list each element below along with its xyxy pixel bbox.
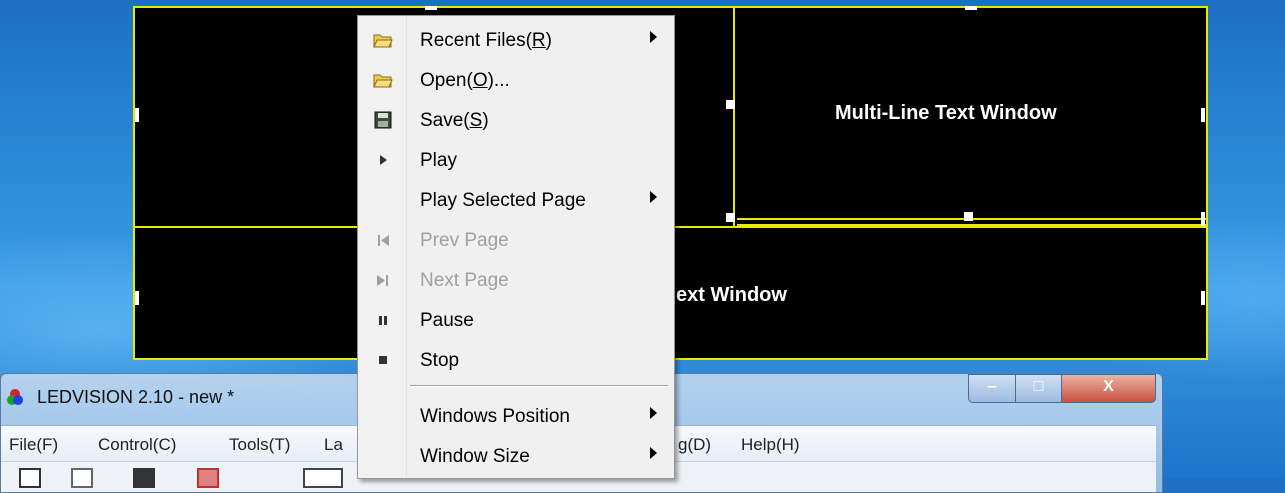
resize-handle[interactable] — [726, 213, 735, 222]
led-window-multi-line-text[interactable]: Multi-Line Text Window — [735, 8, 1206, 221]
menu-item-stop[interactable]: Stop — [360, 341, 672, 379]
ledvision-logo-icon — [7, 389, 23, 405]
minimize-button[interactable]: ‒ — [968, 374, 1016, 403]
menu-item-play[interactable]: Play — [360, 141, 672, 179]
menu-item-label: Pause — [420, 310, 474, 331]
stop-icon — [379, 356, 387, 364]
text-window-label: ext Window — [676, 284, 787, 306]
resize-handle[interactable] — [1201, 212, 1205, 226]
menu-tools[interactable]: Tools(T) — [229, 435, 290, 455]
menu-file[interactable]: File(F) — [9, 435, 58, 455]
resize-handle[interactable] — [1201, 291, 1205, 305]
new-file-icon[interactable] — [19, 468, 41, 488]
resize-handle[interactable] — [135, 108, 139, 122]
app-title: LEDVISION 2.10 - new * — [37, 387, 235, 407]
menu-item-open[interactable]: Open(O)... — [360, 61, 672, 99]
resize-handle[interactable] — [964, 212, 973, 221]
menu-debug[interactable]: g(D) — [678, 435, 711, 455]
minimize-icon: ‒ — [987, 378, 997, 395]
menu-item-label: Play — [420, 150, 457, 171]
context-menu: Recent Files(R) Open(O)... Save(S) Play … — [357, 15, 675, 479]
play-icon — [380, 155, 387, 165]
menu-item-prev-page[interactable]: Prev Page — [360, 221, 672, 259]
menu-item-label: Play Selected Page — [420, 190, 586, 211]
menu-item-play-selected-page[interactable]: Play Selected Page — [360, 181, 672, 219]
menu-control[interactable]: Control(C) — [98, 435, 176, 455]
submenu-arrow-icon — [650, 447, 657, 459]
resize-handle[interactable] — [135, 291, 139, 305]
menu-item-label: Windows Position — [420, 406, 570, 427]
menu-item-label: Next Page — [420, 270, 509, 291]
maximize-icon: □ — [1033, 378, 1044, 395]
menu-language[interactable]: La — [324, 435, 343, 455]
menu-item-label: Window Size — [420, 446, 530, 467]
menu-item-label: Recent Files(R) — [420, 30, 552, 51]
submenu-arrow-icon — [650, 407, 657, 419]
resize-handle[interactable] — [726, 100, 735, 109]
next-page-icon — [377, 275, 388, 286]
record-icon[interactable] — [197, 468, 219, 488]
resize-handle[interactable] — [425, 6, 437, 10]
menu-item-label: Prev Page — [420, 230, 509, 251]
menu-item-windows-position[interactable]: Windows Position — [360, 397, 672, 435]
menu-item-recent-files[interactable]: Recent Files(R) — [360, 21, 672, 59]
window-controls: ‒ □ X — [968, 374, 1156, 404]
save-icon[interactable] — [133, 468, 155, 488]
floppy-disk-icon — [374, 111, 392, 129]
open-file-icon[interactable] — [71, 468, 93, 488]
multi-line-text-window-label: Multi-Line Text Window — [835, 102, 1057, 124]
menu-item-label: Save(S) — [420, 110, 489, 131]
menu-item-label: Open(O)... — [420, 70, 510, 91]
resize-handle[interactable] — [965, 6, 977, 10]
open-folder-icon — [373, 74, 393, 88]
maximize-button[interactable]: □ — [1015, 374, 1062, 403]
pause-icon — [379, 316, 387, 325]
close-button[interactable]: X — [1061, 374, 1156, 403]
resize-handle[interactable] — [1201, 108, 1205, 122]
submenu-arrow-icon — [650, 191, 657, 203]
window-icon[interactable] — [303, 468, 343, 488]
menu-item-next-page[interactable]: Next Page — [360, 261, 672, 299]
menu-help[interactable]: Help(H) — [741, 435, 800, 455]
menu-item-save[interactable]: Save(S) — [360, 101, 672, 139]
close-icon: X — [1103, 378, 1114, 395]
menu-item-label: Stop — [420, 350, 460, 371]
menu-item-window-size[interactable]: Window Size — [360, 437, 672, 475]
submenu-arrow-icon — [650, 31, 657, 43]
prev-page-icon — [378, 235, 389, 246]
open-folder-icon — [373, 34, 393, 48]
menu-separator — [410, 385, 668, 387]
menu-item-pause[interactable]: Pause — [360, 301, 672, 339]
